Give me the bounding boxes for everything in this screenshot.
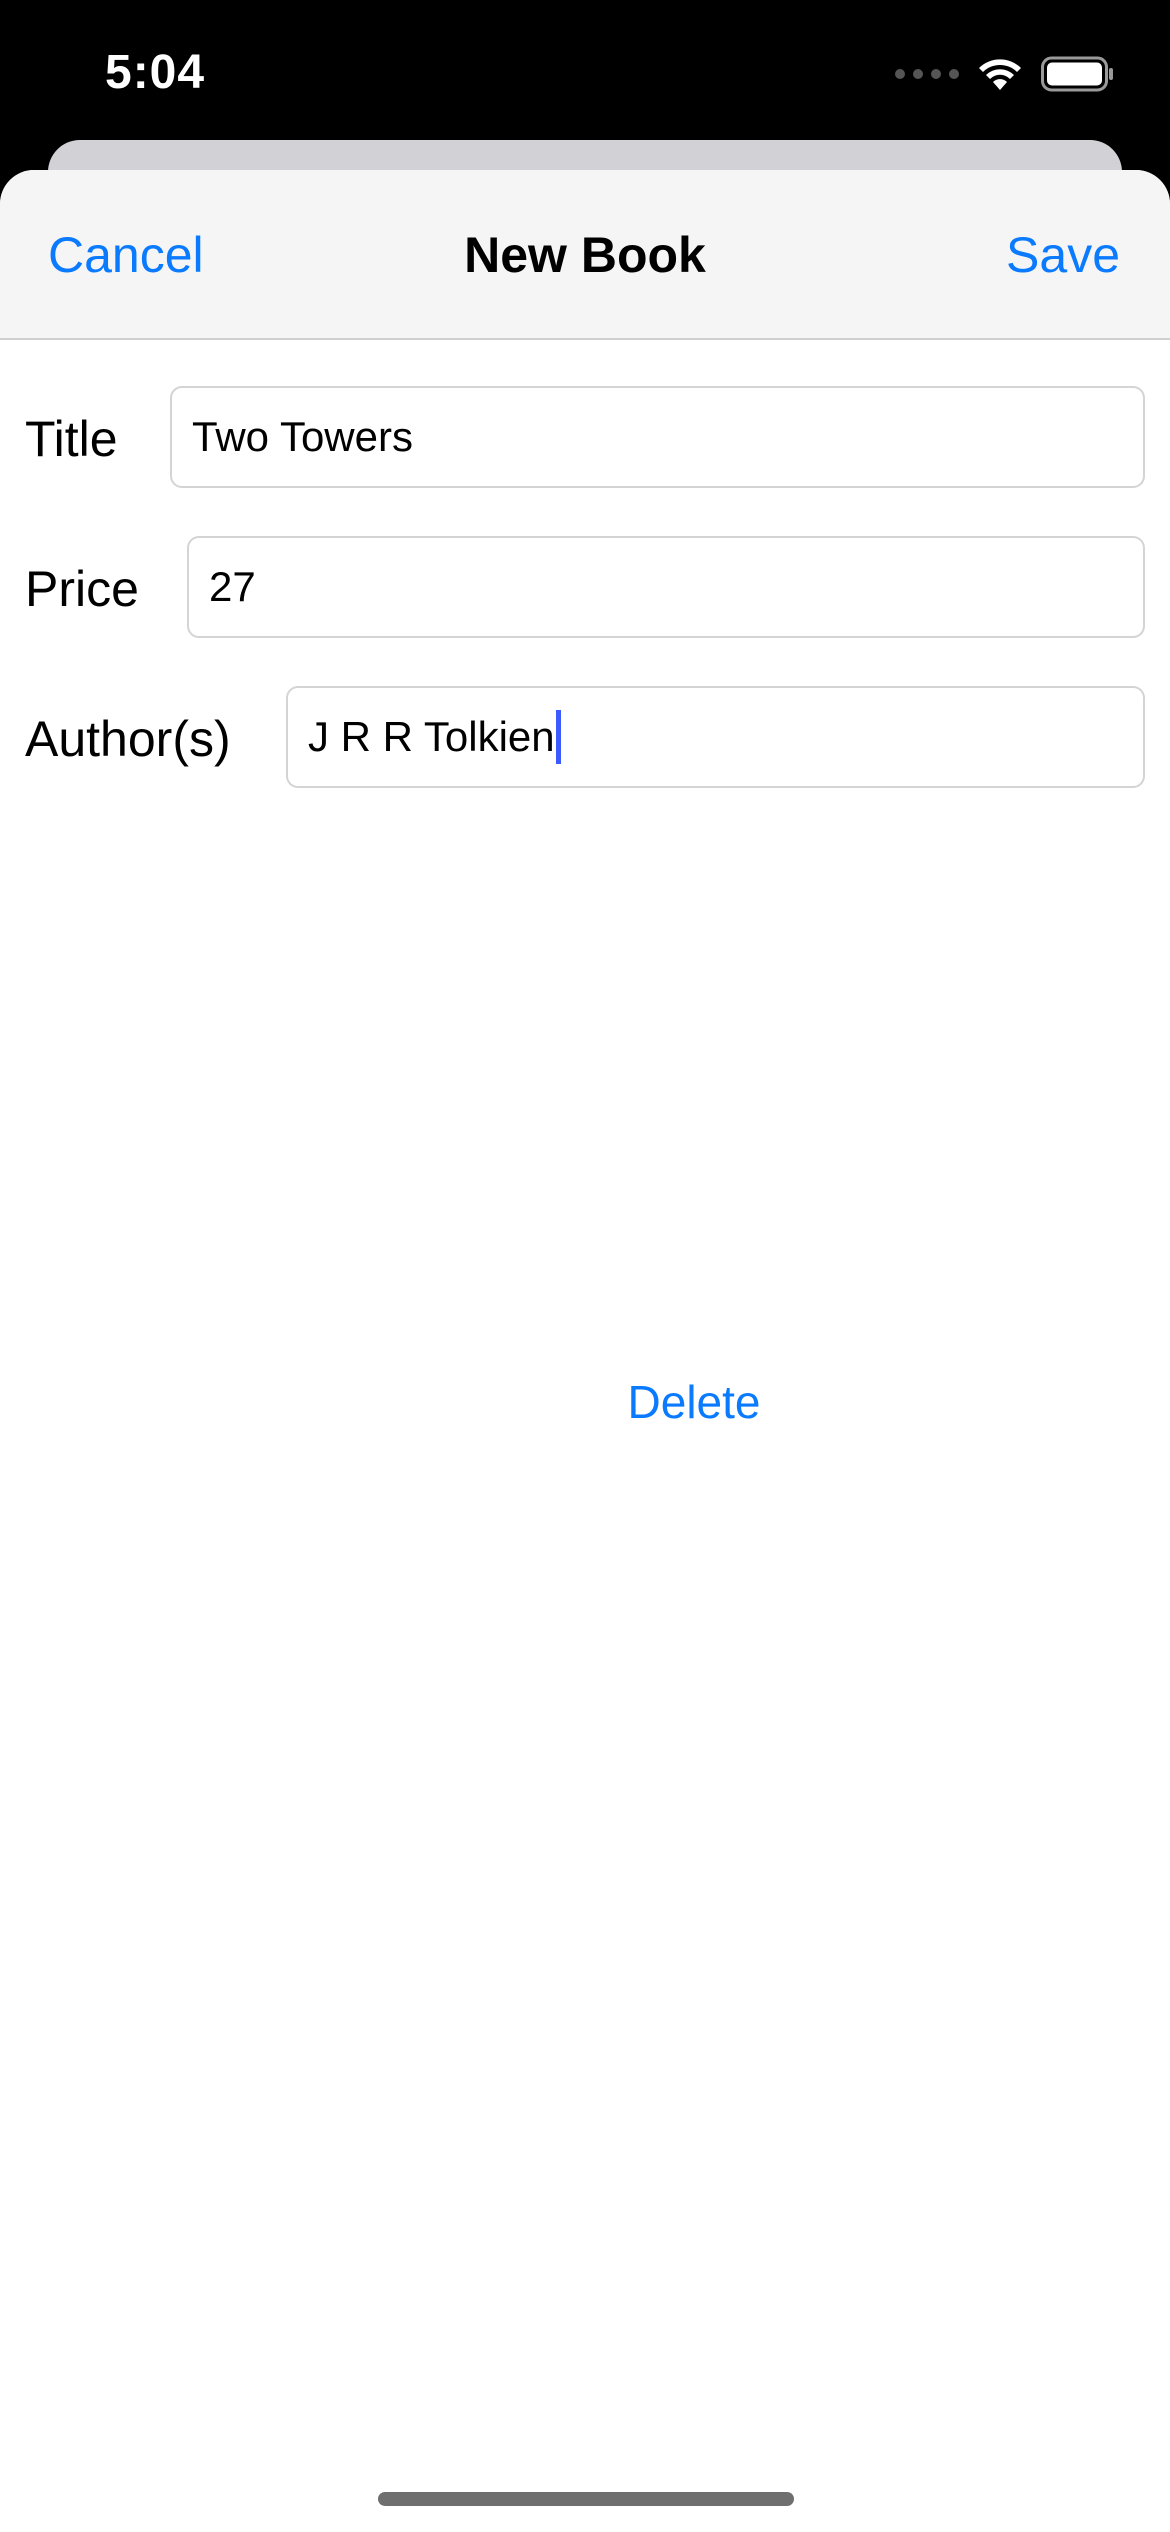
price-field-value: 27	[209, 563, 256, 610]
home-indicator[interactable]	[378, 2492, 794, 2506]
price-row: Price 27	[0, 536, 1170, 638]
status-time: 5:04	[105, 46, 206, 99]
save-button[interactable]: Save	[1006, 226, 1120, 284]
new-book-sheet: Cancel New Book Save Title Two Towers Pr…	[0, 170, 1170, 2532]
status-bar: 5:04	[0, 0, 1170, 140]
authors-field[interactable]: J R R Tolkien	[286, 686, 1145, 788]
battery-icon	[1041, 56, 1113, 92]
title-field-value: Two Towers	[192, 413, 413, 460]
page-title: New Book	[464, 227, 706, 283]
title-field[interactable]: Two Towers	[170, 386, 1145, 488]
title-label: Title	[25, 411, 118, 467]
cellular-signal-icon	[895, 69, 959, 79]
authors-field-value: J R R Tolkien	[308, 713, 555, 760]
navigation-bar: Cancel New Book Save	[0, 170, 1170, 340]
text-cursor	[555, 710, 561, 764]
price-field[interactable]: 27	[187, 536, 1145, 638]
price-label: Price	[25, 561, 139, 617]
title-row: Title Two Towers	[0, 386, 1170, 488]
status-icons	[895, 52, 1115, 96]
wifi-icon	[979, 59, 1021, 90]
authors-row: Author(s) J R R Tolkien	[0, 686, 1170, 788]
delete-button[interactable]: Delete	[0, 1375, 1170, 1429]
authors-label: Author(s)	[25, 711, 231, 767]
